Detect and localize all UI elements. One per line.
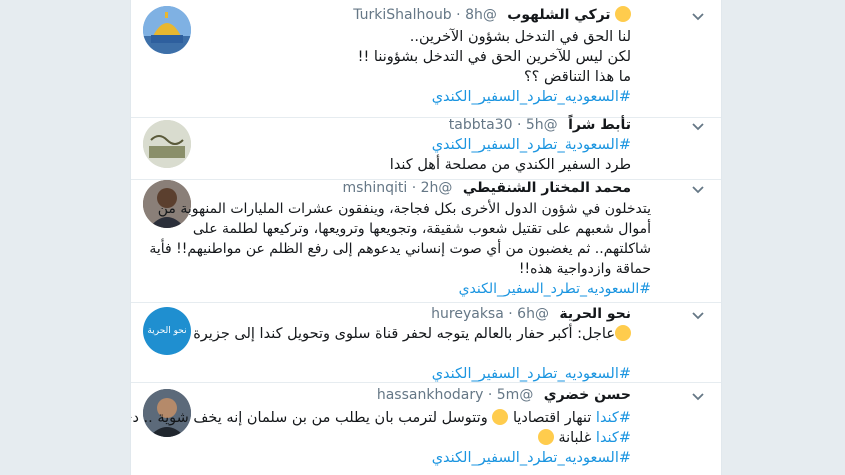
tweet-line: طرد السفير الكندي من مصلحة أهل كندا xyxy=(389,157,631,173)
hashtag-link[interactable]: #كندا xyxy=(596,410,631,426)
tweet-line: حماقة وازدواجية هذه!! xyxy=(518,261,651,277)
tweet-line: يتدخلون في شؤون الدول الأخرى بكل فجاجة، … xyxy=(157,201,651,217)
tweet-line: عاجل: أكبر حفار بالعالم يتوجه لحفر قناة … xyxy=(193,326,615,342)
tweet-3[interactable]: محمد المختار الشنقيطي @mshinqiti · 2h يت… xyxy=(131,180,721,303)
chevron-down-icon[interactable] xyxy=(691,182,705,196)
timestamp[interactable]: · 2h xyxy=(412,180,439,196)
hashtag-link[interactable]: #السعوديه_تطرد_السفير_الكندي xyxy=(131,279,651,299)
grimace-emoji-icon xyxy=(615,6,631,22)
hashtag-link[interactable]: #السعوديه_تطرد_السفير_الكندي xyxy=(151,87,631,107)
tweet-text-segment: غلبانة xyxy=(558,430,592,446)
display-name[interactable]: تركي الشلهوب xyxy=(507,7,610,23)
display-name[interactable]: تأبط شراً xyxy=(568,117,631,133)
tweet-line: لكن ليس للآخرين الحق في التدخل بشؤوننا !… xyxy=(357,49,631,65)
tweet-line: أموال شعبهم على تقتيل شعوب شقيقة، وتجويع… xyxy=(192,221,651,237)
hashtag-link[interactable]: #السعودية_تطرد_السفير_الكندي xyxy=(151,135,631,155)
display-name[interactable]: نحو الحرية xyxy=(559,306,631,322)
chevron-down-icon[interactable] xyxy=(691,119,705,133)
chevron-down-icon[interactable] xyxy=(691,9,705,23)
tweet-line: ما هذا التناقض ؟؟ xyxy=(523,69,631,85)
chevron-down-icon[interactable] xyxy=(691,308,705,322)
tweet-text: لنا الحق في التدخل بشؤون الآخرين.. لكن ل… xyxy=(151,27,631,107)
tweet-text: #السعودية_تطرد_السفير_الكندي طرد السفير … xyxy=(151,135,631,175)
tears-of-joy-emoji-icon xyxy=(492,409,509,425)
timestamp[interactable]: · 6h xyxy=(508,306,535,322)
tears-of-joy-emoji-icon xyxy=(537,429,554,445)
tweet-text-segment: وتتوسل لترمب بان يطلب من بن سلمان إنه يخ… xyxy=(130,410,488,426)
timestamp[interactable]: · 5m xyxy=(488,387,519,403)
display-name[interactable]: حسن خضري xyxy=(544,387,631,403)
tweet-text: #كندا تنهار اقتصاديا وتتوسل لترمب بان يط… xyxy=(131,408,631,468)
tweet-4[interactable]: نحو الحرية نحو الحرية @hureyaksa · 6h عا… xyxy=(131,303,721,383)
tears-of-joy-emoji-icon xyxy=(615,325,631,341)
chevron-down-icon[interactable] xyxy=(691,389,705,403)
hashtag-link[interactable]: #السعوديه_تطرد_السفير_الكندي xyxy=(151,448,631,468)
tweet-text: عاجل: أكبر حفار بالعالم يتوجه لحفر قناة … xyxy=(151,324,631,384)
timeline-column: تركي الشلهوب @TurkiShalhoub · 8h لنا الح… xyxy=(130,0,722,475)
hashtag-link[interactable]: #كندا xyxy=(596,430,631,446)
tweet-text: يتدخلون في شؤون الدول الأخرى بكل فجاجة، … xyxy=(131,199,651,299)
display-name[interactable]: محمد المختار الشنقيطي xyxy=(463,180,631,196)
tweet-2[interactable]: تأبط شراً @tabbta30 · 5h #السعودية_تطرد_… xyxy=(131,117,721,180)
timestamp[interactable]: · 5h xyxy=(517,117,544,133)
tweet-1[interactable]: تركي الشلهوب @TurkiShalhoub · 8h لنا الح… xyxy=(131,0,721,118)
hashtag-link[interactable]: #السعوديه_تطرد_السفير_الكندي xyxy=(151,364,631,384)
tweet-5[interactable]: حسن خضري @hassankhodary · 5m #كندا تنهار… xyxy=(131,383,721,475)
tweet-text-segment: تنهار اقتصاديا xyxy=(512,410,592,426)
timestamp[interactable]: · 8h xyxy=(456,7,483,23)
tweet-line: لنا الحق في التدخل بشؤون الآخرين.. xyxy=(409,29,631,45)
tweet-line: شاكلتهم.. ثم يغضبون من أي صوت إنساني يدع… xyxy=(149,241,651,257)
